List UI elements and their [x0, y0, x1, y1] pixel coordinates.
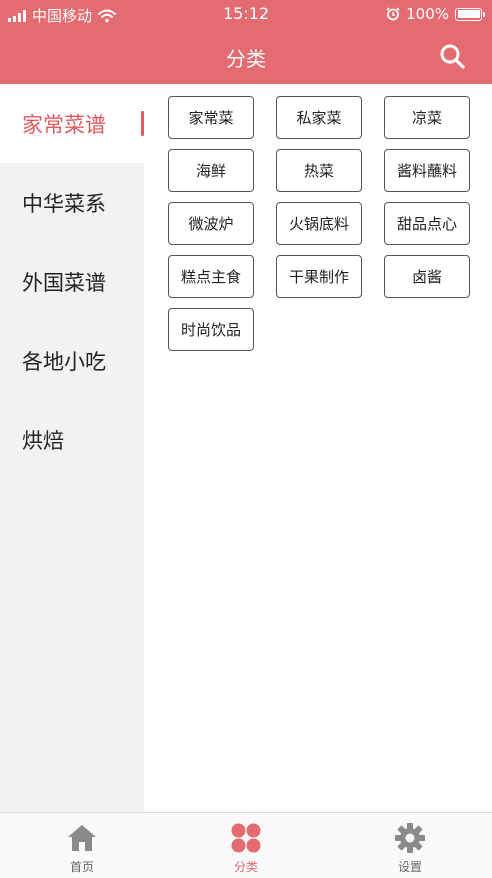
subcategory-tag[interactable]: 热菜 [276, 149, 362, 192]
subcategory-tag[interactable]: 干果制作 [276, 255, 362, 298]
search-icon [440, 44, 465, 69]
tab-label: 设置 [397, 860, 422, 874]
sidebar-item-label: 外国菜谱 [22, 270, 106, 295]
category-sidebar: 家常菜谱 中华菜系 外国菜谱 各地小吃 烘焙 [0, 84, 144, 812]
tab-settings[interactable]: 设置 [328, 813, 492, 878]
tab-label: 分类 [233, 860, 258, 874]
subcategory-tag[interactable]: 海鲜 [168, 149, 254, 192]
gear-icon [395, 823, 425, 853]
tab-home[interactable]: 首页 [0, 813, 164, 878]
sidebar-item-foreign-recipes[interactable]: 外国菜谱 [0, 242, 144, 321]
sidebar-item-label: 烘焙 [22, 428, 64, 453]
status-bar: 中国移动 15:12 100% [0, 0, 492, 28]
grid-icon [231, 823, 261, 853]
sidebar-item-label: 家常菜谱 [22, 112, 106, 137]
subcategory-tag[interactable]: 卤酱 [384, 255, 470, 298]
nav-bar: 分类 [0, 28, 492, 84]
home-icon [68, 825, 96, 851]
subcategory-tag[interactable]: 凉菜 [384, 96, 470, 139]
subcategory-tag[interactable]: 糕点主食 [168, 255, 254, 298]
search-button[interactable] [438, 42, 466, 70]
tab-category[interactable]: 分类 [164, 813, 328, 878]
subcategory-tag[interactable]: 家常菜 [168, 96, 254, 139]
subcategory-grid: 家常菜 私家菜 凉菜 海鲜 热菜 酱料蘸料 微波炉 火锅底料 甜品点心 糕点主食… [168, 96, 480, 351]
sidebar-item-label: 各地小吃 [22, 349, 106, 374]
sidebar-item-home-recipes[interactable]: 家常菜谱 [0, 84, 144, 163]
subcategory-tag[interactable]: 时尚饮品 [168, 308, 254, 351]
battery-icon [455, 7, 485, 21]
page-title: 分类 [226, 47, 266, 71]
subcategory-tag[interactable]: 酱料蘸料 [384, 149, 470, 192]
sidebar-item-label: 中华菜系 [22, 191, 106, 216]
sidebar-item-chinese-cuisine[interactable]: 中华菜系 [0, 163, 144, 242]
subcategory-tag[interactable]: 火锅底料 [276, 202, 362, 245]
battery-percent: 100% [406, 5, 449, 23]
alarm-icon [386, 7, 400, 21]
subcategory-tag[interactable]: 微波炉 [168, 202, 254, 245]
tab-label: 首页 [69, 860, 94, 874]
sidebar-item-local-snacks[interactable]: 各地小吃 [0, 321, 144, 400]
subcategory-tag[interactable]: 私家菜 [276, 96, 362, 139]
subcategory-tag[interactable]: 甜品点心 [384, 202, 470, 245]
tab-bar: 首页 分类 设置 [0, 812, 492, 878]
sidebar-item-baking[interactable]: 烘焙 [0, 400, 144, 479]
status-right: 100% [386, 5, 485, 23]
